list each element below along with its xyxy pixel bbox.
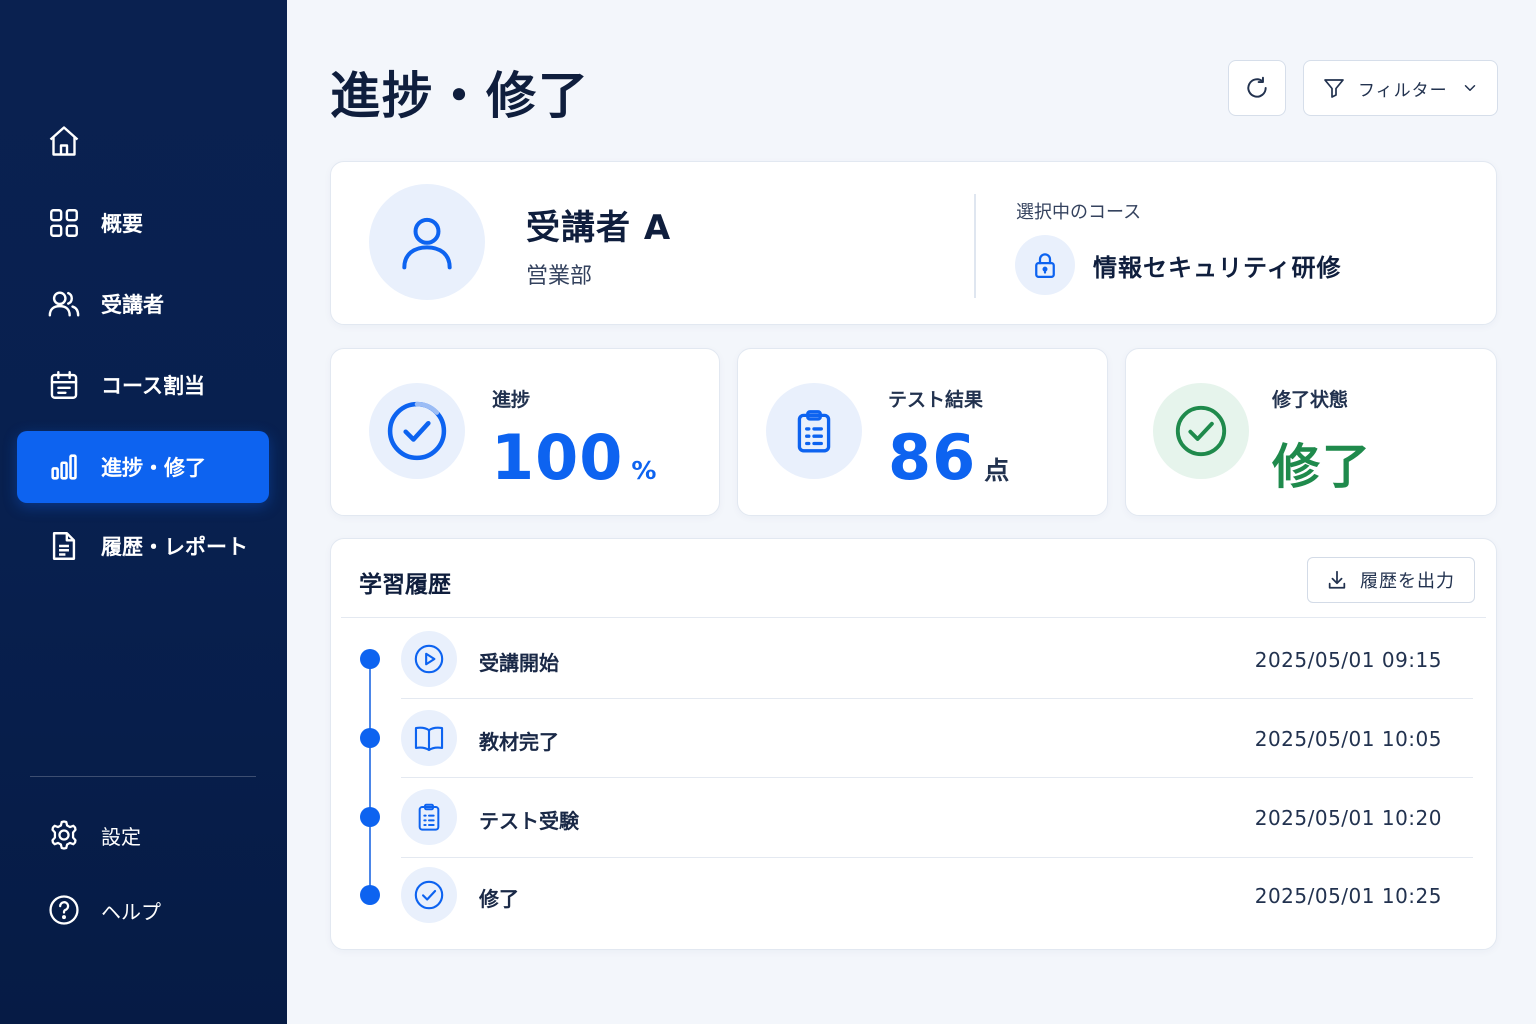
lock-icon (1030, 250, 1060, 280)
sidebar-item-label: 進捗・修了 (101, 456, 206, 480)
timeline-dot (360, 649, 380, 669)
bar-chart-icon (47, 450, 81, 484)
grid-icon (47, 206, 81, 240)
history-row: 教材完了 2025/05/01 10:05 (331, 699, 1498, 777)
sidebar-item-label: コース割当 (101, 374, 205, 398)
help-icon (47, 893, 81, 927)
history-event-time: 2025/05/01 10:25 (1254, 884, 1442, 908)
sidebar-item-settings[interactable]: 設定 (17, 799, 269, 871)
progress-unit: % (631, 456, 657, 485)
history-row: 修了 2025/05/01 10:25 (331, 857, 1498, 935)
progress-number: 100 (491, 421, 624, 494)
timeline-dot (360, 885, 380, 905)
history-event-time: 2025/05/01 10:05 (1254, 727, 1442, 751)
clipboard-icon (413, 801, 445, 833)
history-title: 学習履歴 (359, 572, 451, 598)
course-icon-badge (1015, 235, 1075, 295)
sidebar-divider (30, 776, 256, 777)
progress-ring-icon (383, 397, 451, 465)
selected-course-name[interactable]: 情報セキュリティ研修 (1093, 248, 1342, 283)
sidebar-item-progress[interactable]: 進捗・修了 (17, 431, 269, 503)
test-icon-badge (766, 383, 862, 479)
learning-history-card: 学習履歴 履歴を出力 受講開始 2025/05/01 09:15 教材完了 20… (330, 538, 1497, 950)
history-event-label: テスト受験 (479, 809, 579, 833)
progress-label: 進捗 (492, 389, 531, 411)
history-event-label: 修了 (479, 887, 519, 911)
sidebar-item-overview[interactable]: 概要 (17, 187, 269, 259)
sidebar-item-course-assign[interactable]: コース割当 (17, 349, 269, 421)
test-result-stat-card: テスト結果 86 点 (737, 348, 1108, 516)
sidebar-item-label: 設定 (101, 824, 141, 849)
test-score-number: 86 (888, 421, 977, 494)
divider (974, 194, 976, 298)
timeline-dot (360, 807, 380, 827)
progress-value: 100 % (491, 421, 656, 494)
completion-icon-badge (1153, 383, 1249, 479)
progress-icon-badge (369, 383, 465, 479)
home-icon[interactable] (46, 123, 82, 159)
history-icon-badge (401, 631, 457, 687)
sidebar-item-label: 概要 (101, 212, 143, 236)
history-row: テスト受験 2025/05/01 10:20 (331, 778, 1498, 856)
filter-icon (1322, 76, 1346, 100)
chevron-down-icon (1461, 79, 1479, 97)
check-circle-icon (412, 878, 446, 912)
history-icon-badge (401, 789, 457, 845)
sidebar-item-history-report[interactable]: 履歴・レポート (17, 510, 269, 582)
page-title: 進捗・修了 (330, 67, 590, 125)
test-result-label: テスト結果 (888, 389, 984, 411)
history-icon-badge (401, 867, 457, 923)
filter-label: フィルター (1358, 80, 1448, 101)
book-icon (412, 721, 446, 755)
refresh-button[interactable] (1228, 60, 1286, 116)
sidebar-item-trainees[interactable]: 受講者 (17, 268, 269, 340)
completion-value: 修了 (1272, 421, 1372, 497)
trainee-name: 受講者 A (526, 208, 672, 248)
sidebar-item-help[interactable]: ヘルプ (17, 874, 269, 946)
completion-status: 修了 (1272, 439, 1373, 495)
check-circle-icon (1172, 402, 1230, 460)
completion-stat-card: 修了状態 修了 (1125, 348, 1497, 516)
timeline-dot (360, 728, 380, 748)
test-score-unit: 点 (984, 456, 1010, 485)
history-event-label: 教材完了 (479, 730, 559, 754)
sidebar: 概要 受講者 コース割当 進捗・修了 履歴・レポート 設定 ヘルプ (0, 0, 287, 1024)
completion-label: 修了状態 (1272, 389, 1349, 411)
clipboard-icon (789, 406, 839, 456)
filter-dropdown[interactable]: フィルター (1303, 60, 1498, 116)
history-event-label: 受講開始 (479, 651, 559, 675)
history-icon-badge (401, 710, 457, 766)
refresh-icon (1244, 75, 1270, 101)
test-result-value: 86 点 (888, 421, 1009, 494)
sidebar-item-label: 受講者 (101, 293, 164, 317)
history-event-time: 2025/05/01 09:15 (1254, 648, 1442, 672)
history-row: 受講開始 2025/05/01 09:15 (331, 620, 1498, 698)
play-icon (412, 642, 446, 676)
progress-stat-card: 進捗 100 % (330, 348, 720, 516)
export-history-button[interactable]: 履歴を出力 (1307, 557, 1475, 603)
export-history-label: 履歴を出力 (1360, 571, 1455, 592)
history-event-time: 2025/05/01 10:20 (1254, 806, 1442, 830)
sidebar-item-label: 履歴・レポート (101, 535, 248, 559)
trainee-profile-card: 受講者 A 営業部 選択中のコース 情報セキュリティ研修 (330, 161, 1497, 325)
user-icon (395, 210, 459, 274)
users-icon (47, 287, 81, 321)
calendar-icon (47, 368, 81, 402)
selected-course-label: 選択中のコース (1016, 202, 1142, 223)
trainee-department: 営業部 (526, 264, 593, 289)
download-icon (1326, 569, 1348, 591)
divider (341, 617, 1486, 618)
avatar (369, 184, 485, 300)
sidebar-item-label: ヘルプ (101, 899, 161, 924)
document-icon (47, 529, 81, 563)
gear-icon (47, 818, 81, 852)
